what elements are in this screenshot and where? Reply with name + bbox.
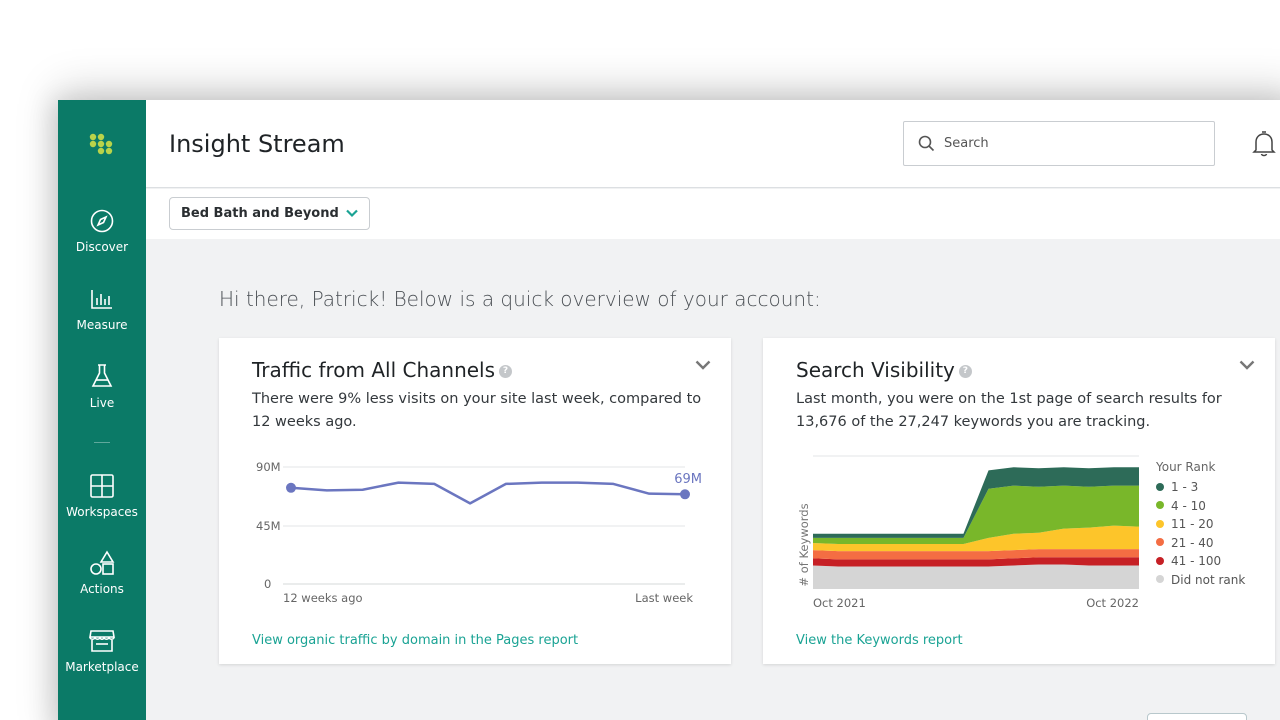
chart-legend: 1 - 3 4 - 10 11 - 20 21 - 40 41 - 100 Di… (1156, 478, 1245, 589)
account-bar: Bed Bath and Beyond (146, 189, 1280, 239)
legend-swatch (1156, 482, 1164, 491)
chevron-down-icon (346, 209, 358, 218)
legend-item: 1 - 3 (1156, 478, 1245, 497)
traffic-series-line (290, 481, 686, 505)
legend-swatch (1156, 501, 1164, 509)
legend-item: Did not rank (1156, 571, 1245, 590)
storefront-icon (89, 630, 115, 652)
area-series-did-not-rank (813, 564, 1139, 589)
bell-icon[interactable] (1251, 130, 1277, 158)
sidebar-item-label: Marketplace (65, 660, 139, 674)
shapes-icon (90, 550, 115, 575)
search-box[interactable] (903, 121, 1215, 166)
sidebar-item-live[interactable]: Live (58, 362, 146, 410)
x-tick-label: Oct 2022 (1086, 596, 1139, 610)
legend-swatch (1156, 538, 1164, 546)
legend-label: 21 - 40 (1171, 535, 1214, 550)
legend-item: 4 - 10 (1156, 497, 1245, 516)
legend-swatch (1156, 519, 1164, 528)
sidebar-item-label: Discover (75, 240, 129, 254)
sidebar-item-workspaces[interactable]: Workspaces (58, 473, 146, 519)
legend-title: Your Rank (1156, 460, 1216, 474)
x-tick-label: 12 weeks ago (283, 591, 363, 605)
sidebar-item-discover[interactable]: Discover (58, 208, 146, 254)
legend-item: 41 - 100 (1156, 552, 1245, 571)
search-icon (918, 135, 935, 152)
legend-label: 4 - 10 (1171, 498, 1206, 513)
traffic-line-chart: 90M 45M 0 12 weeks ago Last week 69M (256, 460, 702, 605)
sidebar-item-label: Measure (76, 318, 128, 332)
legend-label: 11 - 20 (1171, 517, 1214, 531)
x-tick-label: Oct 2021 (813, 596, 866, 610)
legend-item: 21 - 40 (1156, 534, 1245, 553)
account-dropdown[interactable]: Bed Bath and Beyond (169, 197, 370, 230)
bar-chart-icon (91, 290, 112, 309)
flask-icon (91, 364, 113, 387)
traffic-card: Traffic from All Channels? There were 9%… (219, 338, 731, 664)
sidebar: Discover Measure Live Workspaces Actions… (58, 100, 146, 720)
legend-item: 11 - 20 (1156, 515, 1245, 534)
y-tick-label: 90M (256, 460, 281, 474)
chevron-down-icon[interactable] (1239, 360, 1255, 370)
floating-button[interactable] (1147, 713, 1247, 720)
sidebar-item-label: Actions (80, 582, 124, 596)
end-value-label: 69M (674, 472, 702, 487)
legend-swatch (1156, 575, 1164, 583)
pages-report-link[interactable]: View organic traffic by domain in the Pa… (252, 633, 578, 648)
y-axis-label: # of Keywords (797, 503, 811, 586)
legend-swatch (1156, 556, 1164, 565)
account-dropdown-label: Bed Bath and Beyond (181, 206, 339, 221)
y-tick-label: 45M (256, 519, 281, 533)
legend-label: 41 - 100 (1171, 554, 1222, 568)
compass-icon (90, 209, 114, 233)
legend-label: 1 - 3 (1171, 480, 1199, 494)
sidebar-item-label: Workspaces (66, 505, 138, 519)
keywords-report-link[interactable]: View the Keywords report (796, 633, 963, 648)
y-tick-label: 0 (264, 577, 271, 591)
sidebar-item-label: Live (89, 396, 115, 410)
top-bar: Insight Stream (146, 100, 1280, 188)
sidebar-divider (94, 442, 110, 443)
app-window: Discover Measure Live Workspaces Actions… (58, 100, 1280, 720)
sidebar-item-marketplace[interactable]: Marketplace (58, 628, 146, 674)
visibility-card: Search Visibility? Last month, you were … (763, 338, 1275, 664)
logo-icon[interactable] (88, 132, 116, 160)
grid-icon (90, 474, 114, 498)
legend-label: Did not rank (1171, 572, 1246, 587)
search-input[interactable] (944, 122, 1204, 165)
data-point[interactable] (286, 482, 296, 493)
data-point[interactable] (680, 489, 690, 500)
sidebar-item-actions[interactable]: Actions (58, 550, 146, 596)
page-title: Insight Stream (169, 130, 345, 158)
keyword-rank-area-chart: # of Keywords Oct 2021 Oct 2022 (797, 455, 1139, 610)
greeting-text: Hi there, Patrick! Below is a quick over… (219, 287, 821, 311)
sidebar-item-measure[interactable]: Measure (58, 286, 146, 332)
x-tick-label: Last week (635, 591, 693, 605)
